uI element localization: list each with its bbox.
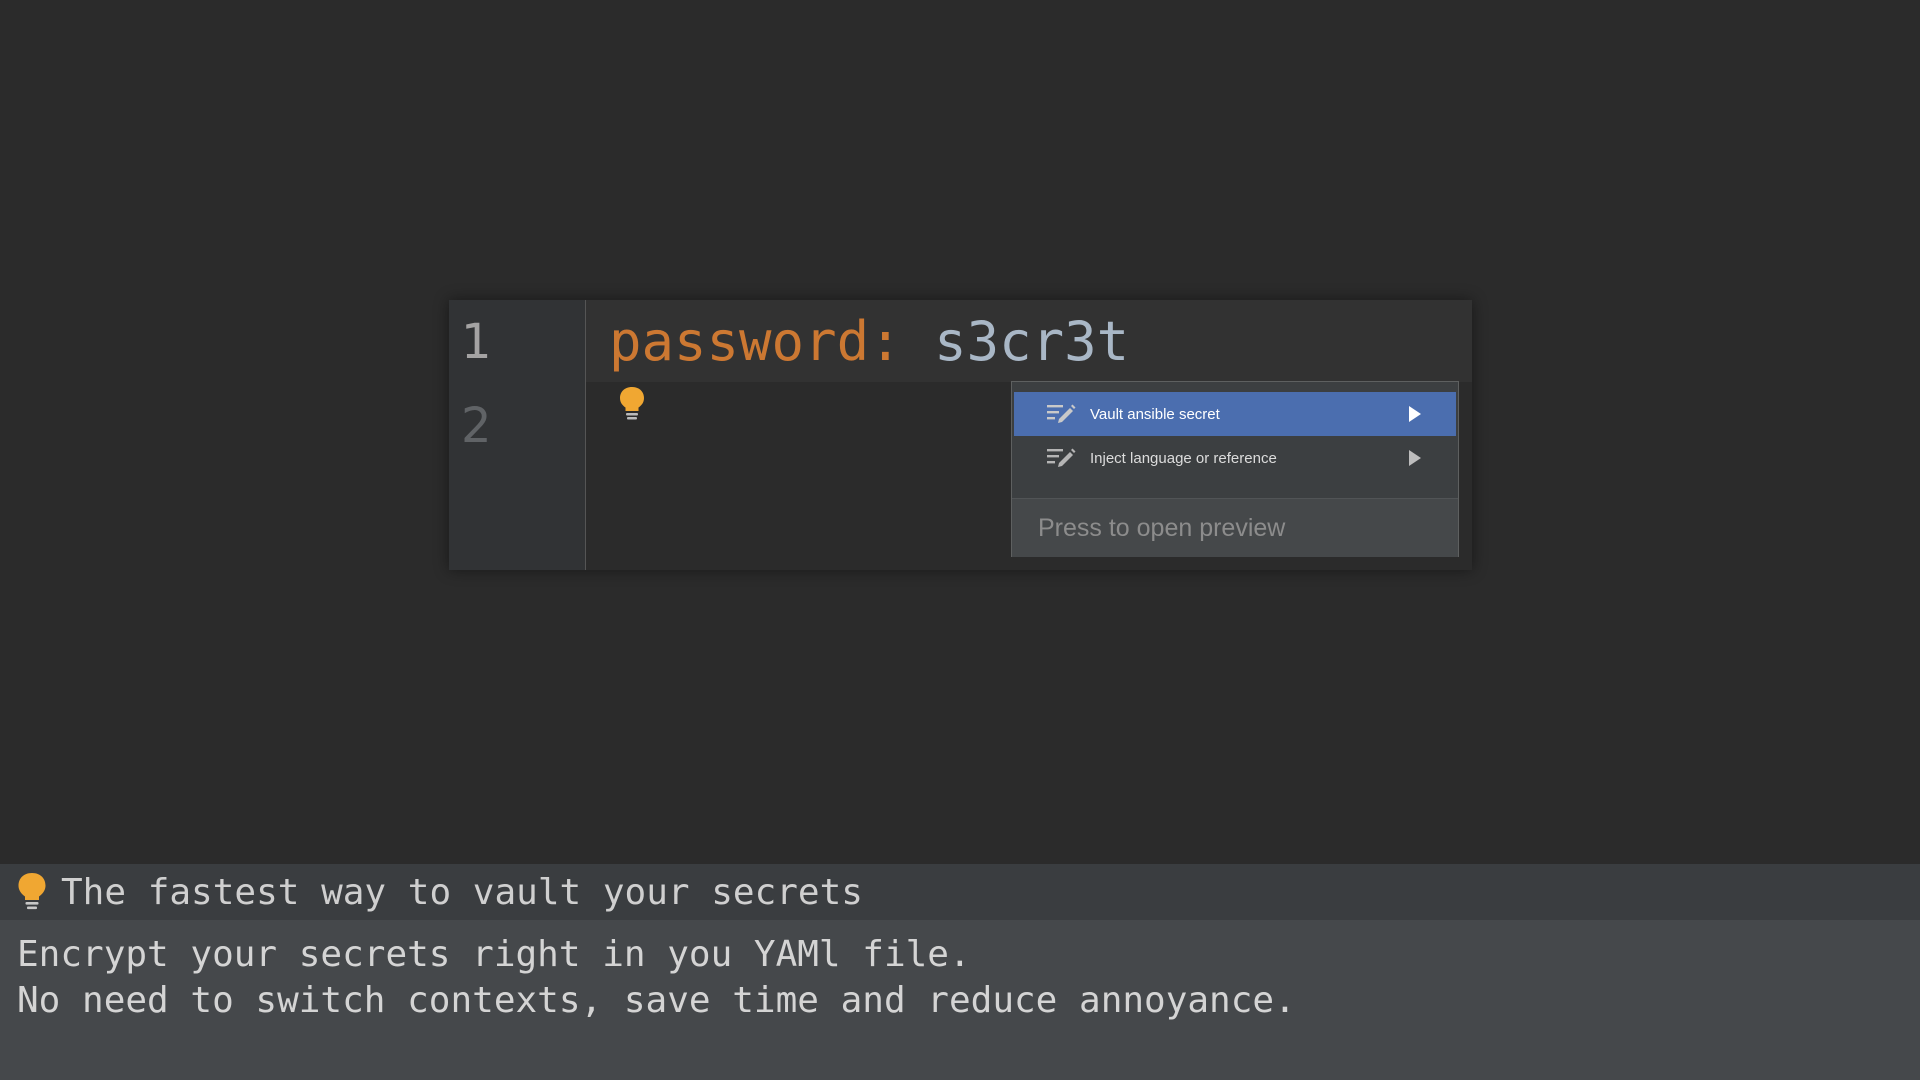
yaml-value: s3cr3t [901, 310, 1130, 373]
intention-actions-popup: Vault ansible secret Inject language or … [1011, 381, 1459, 557]
lightbulb-icon [17, 872, 47, 912]
yaml-key: password [609, 310, 870, 373]
preview-hint: Press to open preview [1038, 513, 1286, 542]
line-number-gutter: 1 2 [449, 300, 586, 570]
yaml-colon: : [869, 310, 902, 373]
lightbulb-icon[interactable] [619, 386, 645, 422]
screen: 1 2 password: s3cr3t Vault ansible secre… [0, 0, 1920, 1080]
menu-item-vault-ansible-secret[interactable]: Vault ansible secret [1014, 392, 1456, 436]
code-line[interactable]: password: s3cr3t [609, 312, 1129, 372]
submenu-arrow-icon [1408, 449, 1422, 467]
line-number: 1 [461, 314, 492, 370]
tip-title: The fastest way to vault your secrets [61, 871, 863, 913]
edit-icon [1046, 445, 1076, 471]
menu-item-inject-language[interactable]: Inject language or reference [1014, 436, 1456, 480]
tip-text-line: No need to switch contexts, save time an… [17, 980, 1296, 1021]
line-number: 2 [461, 398, 492, 454]
submenu-arrow-icon [1408, 405, 1422, 423]
edit-icon [1046, 401, 1076, 427]
tip-header: The fastest way to vault your secrets [0, 864, 1920, 920]
tip-text-line: Encrypt your secrets right in you YAMl f… [17, 934, 971, 975]
popup-footer: Press to open preview [1012, 498, 1458, 557]
tip-body: Encrypt your secrets right in you YAMl f… [0, 920, 1920, 1080]
menu-item-label: Vault ansible secret [1090, 405, 1220, 423]
menu-item-label: Inject language or reference [1090, 449, 1277, 467]
